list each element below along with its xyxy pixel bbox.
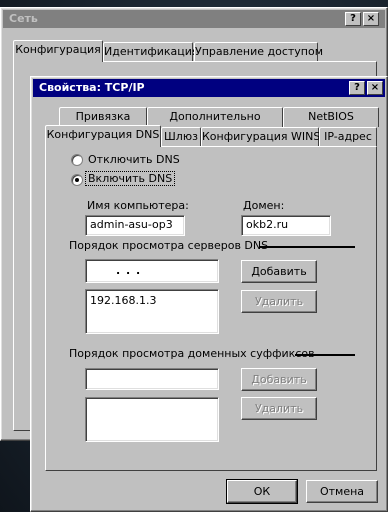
server-order-heading: Порядок просмотра серверов DNS — [69, 239, 269, 252]
close-button[interactable]: × — [367, 81, 383, 95]
tab-dns-config[interactable]: Конфигурация DNS — [45, 125, 161, 147]
remove-suffix-button[interactable]: Удалить — [241, 397, 317, 420]
tab-wins-config[interactable]: Конфигурация WINS — [201, 127, 320, 147]
network-help-button[interactable]: ? — [345, 12, 361, 26]
domain-label: Домен: — [243, 199, 285, 212]
domain-suffix-list[interactable] — [85, 397, 219, 442]
tab-binding[interactable]: Привязка — [59, 107, 147, 127]
help-button[interactable]: ? — [349, 81, 365, 95]
enable-dns-radio[interactable] — [71, 174, 83, 186]
host-label: Имя компьютера: — [87, 199, 189, 212]
server-order-divider — [259, 246, 355, 248]
dns-server-list[interactable]: 192.168.1.3 — [85, 289, 219, 334]
add-server-button[interactable]: Добавить — [241, 260, 317, 283]
network-window-title: Сеть — [9, 12, 38, 25]
tab-netbios[interactable]: NetBIOS — [283, 107, 379, 127]
suffix-order-divider — [295, 354, 355, 356]
tcpip-dialog-title: Свойства: TCP/IP — [39, 81, 145, 94]
radio-selected-dot — [75, 178, 79, 182]
domain-input[interactable]: okb2.ru — [241, 215, 331, 236]
cancel-button[interactable]: Отмена — [306, 480, 378, 503]
tab-access-control[interactable]: Управление доступом — [194, 42, 323, 62]
tab-configuration[interactable]: Конфигурация — [13, 40, 103, 62]
disable-dns-radio[interactable] — [71, 154, 83, 166]
suffix-order-heading: Порядок просмотра доменных суффиксов — [69, 347, 315, 360]
tab-advanced[interactable]: Дополнительно — [147, 107, 283, 127]
ok-button[interactable]: ОК — [226, 479, 298, 504]
tcpip-dialog: Свойства: TCP/IP ? × Привязка Дополнител… — [30, 76, 388, 512]
tcpip-dialog-titlebar: Свойства: TCP/IP ? × — [33, 79, 385, 97]
enable-dns-label: Включить DNS — [84, 171, 176, 186]
network-window-titlebar: Сеть ? × — [3, 10, 385, 28]
host-input[interactable]: admin-asu-op3 — [85, 215, 185, 236]
tab-ip-address[interactable]: IP-адрес — [319, 127, 377, 147]
tab-identification[interactable]: Идентификация — [103, 42, 199, 62]
add-suffix-button[interactable]: Добавить — [241, 368, 317, 391]
dns-server-ip-input[interactable]: . . . — [85, 259, 219, 283]
remove-server-button[interactable]: Удалить — [241, 290, 317, 313]
network-close-button[interactable]: × — [363, 12, 379, 26]
tab-gateway[interactable]: Шлюз — [161, 127, 201, 147]
dns-server-item[interactable]: 192.168.1.3 — [90, 294, 156, 307]
disable-dns-label: Отключить DNS — [88, 153, 180, 166]
domain-suffix-input[interactable] — [85, 368, 219, 390]
